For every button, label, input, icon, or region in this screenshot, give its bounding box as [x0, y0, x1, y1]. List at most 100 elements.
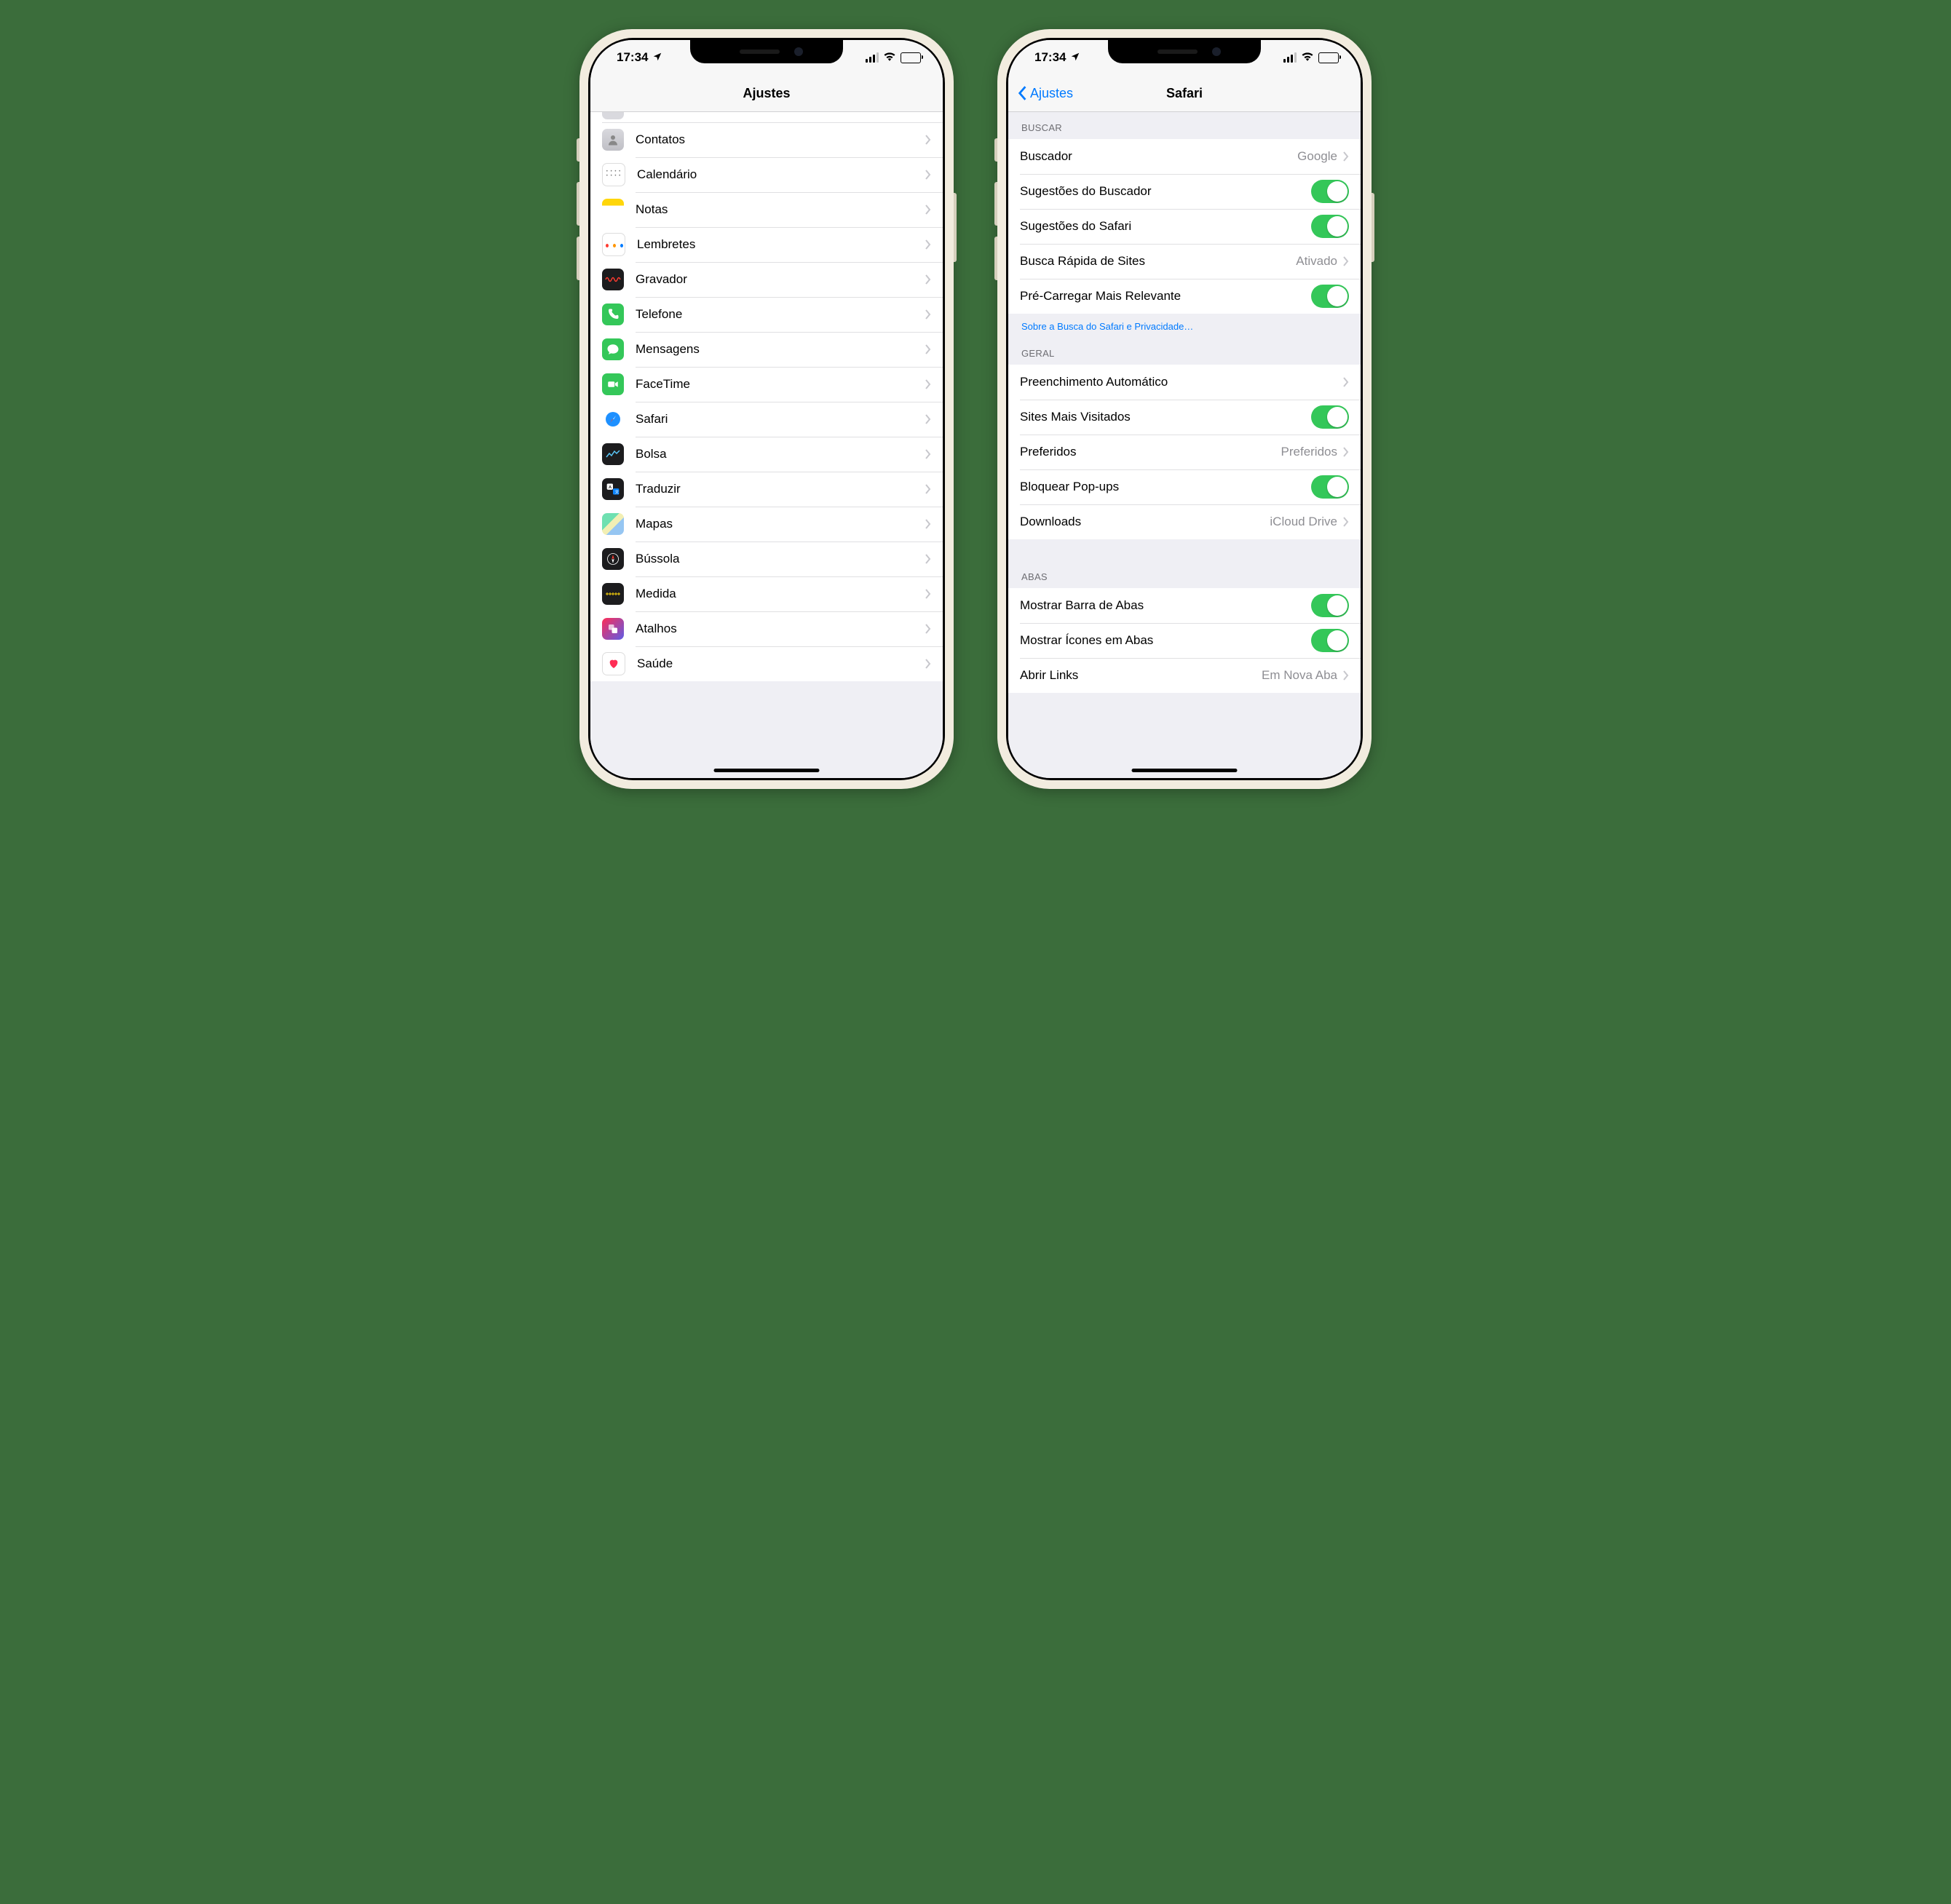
status-time: 17:34	[1034, 50, 1066, 65]
list-item-mapas[interactable]: Mapas	[590, 507, 943, 542]
location-icon	[652, 52, 662, 64]
row-popups[interactable]: Bloquear Pop-ups	[1008, 469, 1361, 504]
chevron-right-icon	[925, 135, 931, 145]
list-item-medida[interactable]: Medida	[590, 576, 943, 611]
shortcuts-icon	[602, 618, 624, 640]
row-label: Sites Mais Visitados	[1020, 410, 1311, 424]
settings-list[interactable]: Contatos • • • •• • • • Calendário Notas…	[590, 112, 943, 778]
row-preferidos[interactable]: Preferidos Preferidos	[1008, 435, 1361, 469]
phone-right: 17:34 Ajustes Safari BUSCAR	[997, 29, 1372, 789]
measure-icon	[602, 583, 624, 605]
list-item-notas[interactable]: Notas	[590, 192, 943, 227]
toggle-on[interactable]	[1311, 180, 1349, 203]
location-icon	[1070, 52, 1080, 64]
list-item-facetime[interactable]: FaceTime	[590, 367, 943, 402]
battery-icon	[901, 52, 921, 63]
voice-memos-icon	[602, 269, 624, 290]
row-precarregar[interactable]: Pré-Carregar Mais Relevante	[1008, 279, 1361, 314]
toggle-on[interactable]	[1311, 475, 1349, 499]
row-label: Abrir Links	[1020, 668, 1262, 683]
calendar-icon: • • • •• • • •	[602, 163, 625, 186]
list-item-label: Notas	[636, 202, 925, 217]
list-item-label: Bússola	[636, 552, 925, 566]
list-item-label: Mensagens	[636, 342, 925, 357]
row-label: Preferidos	[1020, 445, 1281, 459]
phone-left: 17:34 Ajustes	[579, 29, 954, 789]
nav-bar: Ajustes Safari	[1008, 75, 1361, 112]
notch	[690, 40, 843, 63]
home-indicator[interactable]	[714, 769, 820, 772]
status-time: 17:34	[617, 50, 648, 65]
facetime-icon	[602, 373, 624, 395]
svg-text:文: 文	[615, 489, 620, 495]
messages-icon	[602, 338, 624, 360]
list-item-calendario[interactable]: • • • •• • • • Calendário	[590, 157, 943, 192]
chevron-left-icon	[1017, 85, 1027, 101]
compass-icon	[602, 548, 624, 570]
battery-icon	[1318, 52, 1339, 63]
chevron-right-icon	[925, 449, 931, 459]
chevron-right-icon	[925, 344, 931, 354]
toggle-on[interactable]	[1311, 629, 1349, 652]
notes-icon	[602, 199, 624, 221]
toggle-on[interactable]	[1311, 405, 1349, 429]
list-item-label: Contatos	[636, 132, 925, 147]
toggle-on[interactable]	[1311, 285, 1349, 308]
row-downloads[interactable]: Downloads iCloud Drive	[1008, 504, 1361, 539]
row-sugestoes-safari[interactable]: Sugestões do Safari	[1008, 209, 1361, 244]
row-icones-abas[interactable]: Mostrar Ícones em Abas	[1008, 623, 1361, 658]
back-button[interactable]: Ajustes	[1017, 85, 1073, 101]
list-item-gravador[interactable]: Gravador	[590, 262, 943, 297]
safari-settings[interactable]: BUSCAR Buscador Google Sugestões do Busc…	[1008, 112, 1361, 778]
notch	[1108, 40, 1261, 63]
list-item-lembretes[interactable]: Lembretes	[590, 227, 943, 262]
chevron-right-icon	[925, 309, 931, 320]
list-item-safari[interactable]: Safari	[590, 402, 943, 437]
row-barra-abas[interactable]: Mostrar Barra de Abas	[1008, 588, 1361, 623]
chevron-right-icon	[1343, 151, 1349, 162]
svg-text:A: A	[609, 485, 612, 490]
list-item-label: Mapas	[636, 517, 925, 531]
row-label: Preenchimento Automático	[1020, 375, 1343, 389]
wifi-icon	[1301, 50, 1314, 65]
chevron-right-icon	[925, 519, 931, 529]
list-item-label: Bolsa	[636, 447, 925, 461]
list-item-traduzir[interactable]: A文 Traduzir	[590, 472, 943, 507]
home-indicator[interactable]	[1132, 769, 1238, 772]
chevron-right-icon	[1343, 447, 1349, 457]
list-item-label: Atalhos	[636, 622, 925, 636]
row-label: Bloquear Pop-ups	[1020, 480, 1311, 494]
section-header-buscar: BUSCAR	[1008, 112, 1361, 139]
chevron-right-icon	[925, 624, 931, 634]
wifi-icon	[883, 50, 896, 65]
row-value: iCloud Drive	[1270, 515, 1337, 529]
list-item-label: Lembretes	[637, 237, 925, 252]
section-header-geral: GERAL	[1008, 338, 1361, 365]
toggle-on[interactable]	[1311, 594, 1349, 617]
toggle-on[interactable]	[1311, 215, 1349, 238]
list-item-telefone[interactable]: Telefone	[590, 297, 943, 332]
row-abrir-links[interactable]: Abrir Links Em Nova Aba	[1008, 658, 1361, 693]
section-footer-link[interactable]: Sobre a Busca do Safari e Privacidade…	[1008, 314, 1361, 338]
list-item-label: Saúde	[637, 657, 925, 671]
screenshot-pair: 17:34 Ajustes	[0, 0, 1951, 818]
row-sugestoes-buscador[interactable]: Sugestões do Buscador	[1008, 174, 1361, 209]
row-label: Mostrar Barra de Abas	[1020, 598, 1311, 613]
row-label: Pré-Carregar Mais Relevante	[1020, 289, 1311, 304]
list-item-label: Telefone	[636, 307, 925, 322]
list-item-contatos[interactable]: Contatos	[590, 122, 943, 157]
list-item-bolsa[interactable]: Bolsa	[590, 437, 943, 472]
list-item-bussola[interactable]: Bússola	[590, 542, 943, 576]
row-preenchimento[interactable]: Preenchimento Automático	[1008, 365, 1361, 400]
row-sites-visitados[interactable]: Sites Mais Visitados	[1008, 400, 1361, 435]
signal-icon	[1283, 52, 1297, 63]
list-item-saude[interactable]: Saúde	[590, 646, 943, 681]
row-buscador[interactable]: Buscador Google	[1008, 139, 1361, 174]
chevron-right-icon	[925, 379, 931, 389]
back-label: Ajustes	[1030, 86, 1073, 101]
list-item-mensagens[interactable]: Mensagens	[590, 332, 943, 367]
row-busca-rapida[interactable]: Busca Rápida de Sites Ativado	[1008, 244, 1361, 279]
list-item-atalhos[interactable]: Atalhos	[590, 611, 943, 646]
list-item-label: FaceTime	[636, 377, 925, 392]
row-label: Mostrar Ícones em Abas	[1020, 633, 1311, 648]
